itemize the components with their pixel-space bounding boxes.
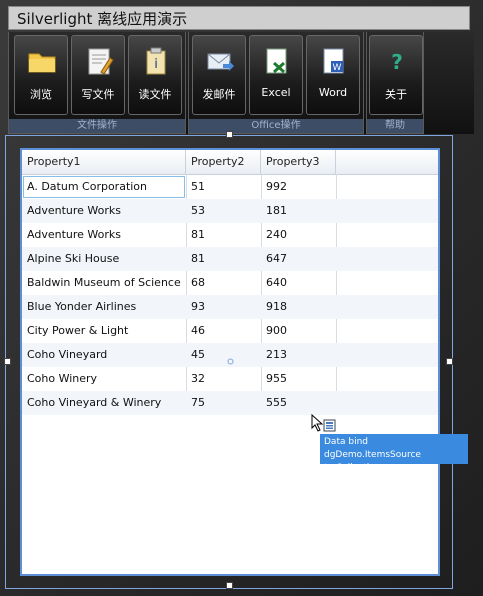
svg-text:i: i	[154, 57, 158, 72]
about-label: 关于	[385, 88, 407, 101]
grid-rows: A. Datum Corporation 51 992 Adventure Wo…	[22, 175, 438, 415]
table-row[interactable]: Coho Winery 32 955	[22, 367, 438, 391]
about-button[interactable]: ? 关于	[369, 35, 423, 115]
column-header-property1[interactable]: Property1	[22, 150, 186, 174]
word-label: Word	[318, 86, 348, 99]
column-header-property3[interactable]: Property3	[261, 150, 336, 174]
write-file-icon	[88, 48, 114, 75]
svg-text:?: ?	[391, 50, 403, 74]
table-cell[interactable]: 81	[186, 247, 261, 271]
table-row[interactable]: A. Datum Corporation 51 992	[22, 175, 438, 199]
excel-icon	[266, 48, 287, 74]
write-file-label: 写文件	[81, 88, 115, 101]
table-cell[interactable]: 46	[186, 319, 261, 343]
read-file-label: 读文件	[138, 88, 172, 101]
resize-handle-left[interactable]	[4, 358, 11, 365]
ribbon: 浏览 写文件 i 读文件 文件操作 发邮件 Excel W Word Offic…	[8, 32, 474, 134]
resize-handle-top[interactable]	[226, 131, 233, 138]
send-mail-button[interactable]: 发邮件	[192, 35, 246, 115]
table-cell[interactable]: Adventure Works	[22, 199, 186, 223]
cursor-icon	[311, 414, 336, 432]
write-file-button[interactable]: 写文件	[71, 35, 125, 115]
table-cell[interactable]: 640	[261, 271, 336, 295]
table-cell[interactable]: Coho Vineyard	[22, 343, 186, 367]
table-cell[interactable]: Alpine Ski House	[22, 247, 186, 271]
table-cell[interactable]: 955	[261, 367, 336, 391]
table-cell[interactable]: Baldwin Museum of Science	[22, 271, 186, 295]
table-cell[interactable]: 240	[261, 223, 336, 247]
table-row[interactable]: Coho Vineyard & Winery 75 555	[22, 391, 438, 415]
group-label-help: 帮助	[367, 119, 423, 133]
table-cell[interactable]: 918	[261, 295, 336, 319]
table-cell[interactable]: 45	[186, 343, 261, 367]
table-row[interactable]: Alpine Ski House 81 647	[22, 247, 438, 271]
table-cell[interactable]: 75	[186, 391, 261, 415]
table-cell[interactable]: 68	[186, 271, 261, 295]
group-label-office: Office操作	[189, 119, 363, 133]
tooltip-line-2: to Collection	[324, 463, 381, 473]
excel-button[interactable]: Excel	[249, 35, 303, 115]
read-file-button[interactable]: i 读文件	[128, 35, 182, 115]
table-cell[interactable]: 992	[261, 175, 336, 199]
table-cell[interactable]: 53	[186, 199, 261, 223]
table-row[interactable]: City Power & Light 46 900	[22, 319, 438, 343]
data-bind-tooltip: Data bind dgDemo.ItemsSource to Collecti…	[320, 434, 468, 473]
browse-label: 浏览	[30, 88, 52, 101]
center-marker-icon	[227, 358, 234, 365]
table-cell[interactable]: City Power & Light	[22, 319, 186, 343]
column-header-property2[interactable]: Property2	[186, 150, 261, 174]
table-cell[interactable]: 900	[261, 319, 336, 343]
table-cell[interactable]: 81	[186, 223, 261, 247]
resize-handle-bottom[interactable]	[226, 582, 233, 589]
group-label-file: 文件操作	[9, 119, 185, 133]
grid-header: Property1 Property2 Property3	[22, 150, 438, 175]
window-title: Silverlight 离线应用演示	[8, 6, 470, 30]
send-mail-label: 发邮件	[202, 88, 236, 101]
table-cell[interactable]: 647	[261, 247, 336, 271]
read-file-icon: i	[146, 47, 166, 75]
tooltip-line-1: Data bind dgDemo.ItemsSource	[324, 437, 421, 460]
ribbon-group-office: 发邮件 Excel W Word Office操作	[188, 32, 364, 134]
table-cell[interactable]: 32	[186, 367, 261, 391]
table-row[interactable]: Adventure Works 53 181	[22, 199, 438, 223]
svg-text:W: W	[333, 63, 342, 73]
excel-label: Excel	[261, 86, 291, 99]
ribbon-group-help: ? 关于 帮助	[366, 32, 424, 134]
resize-handle-right[interactable]	[446, 358, 453, 365]
help-icon: ?	[391, 50, 403, 74]
ribbon-group-file: 浏览 写文件 i 读文件 文件操作	[8, 32, 186, 134]
table-cell[interactable]: 181	[261, 199, 336, 223]
table-cell[interactable]: 555	[261, 391, 336, 415]
table-cell[interactable]: 93	[186, 295, 261, 319]
mail-icon	[207, 53, 234, 71]
word-button[interactable]: W Word	[306, 35, 360, 115]
table-row[interactable]: Baldwin Museum of Science 68 640	[22, 271, 438, 295]
table-cell[interactable]: Adventure Works	[22, 223, 186, 247]
table-cell[interactable]: Coho Vineyard & Winery	[22, 391, 186, 415]
table-cell[interactable]: 51	[186, 175, 261, 199]
table-cell[interactable]: Blue Yonder Airlines	[22, 295, 186, 319]
table-cell[interactable]: 213	[261, 343, 336, 367]
browse-button[interactable]: 浏览	[14, 35, 68, 115]
table-row[interactable]: Adventure Works 81 240	[22, 223, 438, 247]
table-cell[interactable]: A. Datum Corporation	[22, 175, 186, 199]
folder-icon	[28, 53, 56, 73]
word-icon: W	[323, 48, 344, 74]
table-row[interactable]: Blue Yonder Airlines 93 918	[22, 295, 438, 319]
table-cell[interactable]: Coho Winery	[22, 367, 186, 391]
